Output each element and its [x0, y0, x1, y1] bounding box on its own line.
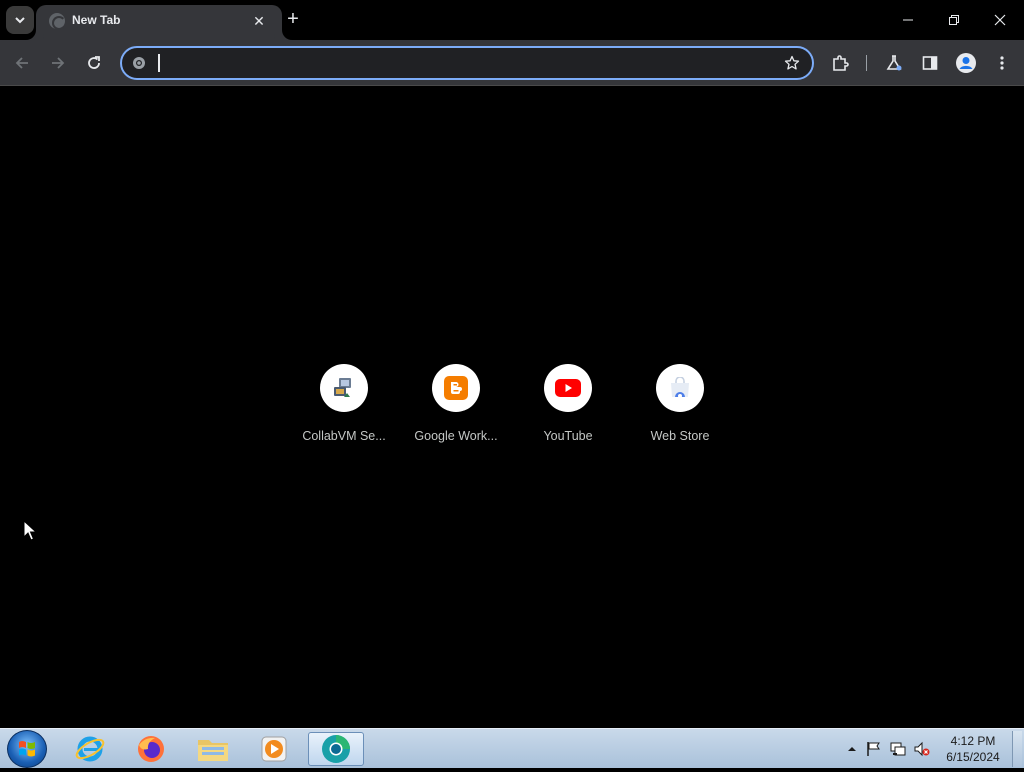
shortcut-icon-circle	[544, 364, 592, 412]
tab-new-tab[interactable]: New Tab ✕	[36, 5, 282, 40]
minimize-icon	[903, 19, 913, 21]
chrome-menu-button[interactable]	[988, 49, 1016, 77]
extensions-button[interactable]	[826, 49, 854, 77]
toolbar-separator	[866, 55, 867, 71]
shortcut-tile[interactable]: Web Store	[624, 355, 736, 467]
chevron-up-icon	[848, 747, 856, 751]
close-icon	[994, 14, 1006, 26]
firefox-icon	[138, 736, 164, 762]
reload-icon	[88, 56, 100, 69]
kebab-menu-icon	[1000, 56, 1004, 70]
puzzle-icon	[833, 55, 849, 71]
forward-arrow-icon	[52, 57, 65, 69]
show-hidden-icons-button[interactable]	[844, 741, 860, 757]
back-button[interactable]	[8, 49, 36, 77]
forward-button[interactable]	[44, 49, 72, 77]
volume-muted-icon	[914, 741, 930, 757]
blogger-icon	[444, 376, 468, 400]
side-panel-button[interactable]	[916, 49, 944, 77]
web-store-icon	[671, 377, 689, 398]
chrome-globe-icon	[49, 13, 66, 30]
shortcut-icon-circle	[320, 364, 368, 412]
address-bar[interactable]	[120, 46, 814, 80]
restore-icon	[949, 15, 959, 25]
profile-button[interactable]	[952, 49, 980, 77]
shortcut-tile[interactable]: CollabVM Se...	[288, 355, 400, 467]
shortcut-label: Google Work...	[414, 429, 498, 443]
minimize-button[interactable]	[888, 6, 928, 34]
shortcut-label: YouTube	[543, 429, 593, 443]
taskbar-chrome-beta[interactable]	[308, 732, 364, 766]
windows-taskbar: 4:12 PM 6/15/2024	[0, 728, 1024, 768]
action-center-flag-icon	[867, 742, 880, 756]
shortcut-icon-circle	[432, 364, 480, 412]
reload-button[interactable]	[80, 49, 108, 77]
side-panel-icon	[922, 56, 938, 70]
text-caret	[158, 54, 160, 72]
action-center-button[interactable]	[866, 741, 882, 757]
network-button[interactable]	[890, 741, 906, 757]
shortcut-label: Web Store	[650, 429, 710, 443]
new-tab-button[interactable]: +	[282, 8, 304, 30]
chrome-globe-icon	[133, 57, 145, 69]
bookmark-button[interactable]	[782, 53, 802, 73]
network-icon	[890, 742, 906, 756]
back-arrow-icon	[15, 57, 28, 69]
taskbar-firefox[interactable]	[123, 732, 179, 766]
star-icon	[784, 55, 800, 70]
file-explorer-icon	[198, 740, 228, 761]
address-input[interactable]	[156, 52, 776, 74]
close-window-button[interactable]	[980, 6, 1020, 34]
shortcut-icon-circle	[656, 364, 704, 412]
taskbar-media-player[interactable]	[246, 732, 302, 766]
windows-logo-icon	[19, 741, 35, 757]
browser-toolbar	[0, 40, 1024, 86]
taskbar-internet-explorer[interactable]	[62, 732, 118, 766]
clock-time: 4:12 PM	[950, 734, 996, 748]
labs-button[interactable]	[880, 49, 908, 77]
shortcut-tile[interactable]: Google Work...	[400, 355, 512, 467]
chrome-beta-icon	[322, 735, 350, 763]
restore-button[interactable]	[934, 6, 974, 34]
flask-icon	[886, 55, 902, 71]
media-player-icon	[261, 736, 287, 762]
profile-avatar-icon	[956, 53, 976, 73]
start-button[interactable]	[7, 730, 47, 768]
tab-title: New Tab	[72, 13, 121, 27]
shortcut-label: CollabVM Se...	[302, 429, 386, 443]
volume-button[interactable]	[914, 741, 930, 757]
mouse-pointer	[23, 520, 37, 541]
taskbar-file-explorer[interactable]	[185, 732, 241, 766]
collabvm-icon	[334, 378, 351, 397]
internet-explorer-icon	[75, 736, 105, 762]
system-clock[interactable]: 4:12 PM 6/15/2024	[938, 733, 1008, 765]
shortcut-tile[interactable]: YouTube	[512, 355, 624, 467]
show-desktop-button[interactable]	[1012, 731, 1022, 767]
youtube-icon	[555, 379, 581, 397]
browser-titlebar: New Tab ✕ +	[0, 0, 1024, 40]
new-tab-page: CollabVM Se... Google Work... YouTube We…	[0, 87, 1024, 728]
tab-close-button[interactable]: ✕	[250, 12, 268, 30]
clock-date: 6/15/2024	[946, 750, 1000, 764]
chevron-down-icon	[15, 17, 25, 24]
